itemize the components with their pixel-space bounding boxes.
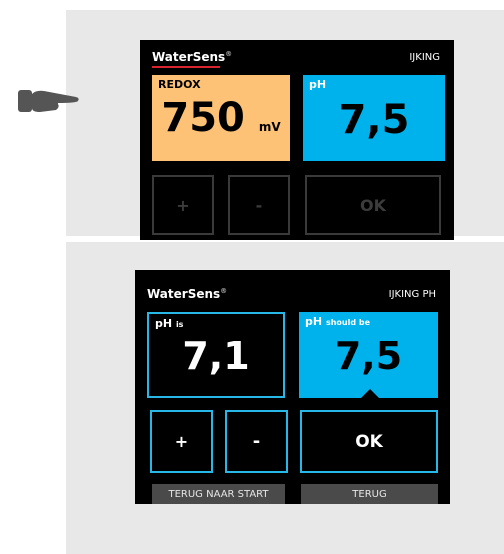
minus-button[interactable]: -	[225, 410, 288, 473]
ph-current-tile: pH is 7,1	[147, 312, 285, 398]
minus-button[interactable]: -	[228, 175, 290, 235]
ph-target-label: pH should be	[305, 315, 370, 328]
ph-current-value: 7,1	[182, 334, 250, 378]
brand-logo: WaterSens®	[147, 287, 228, 301]
redox-unit: mV	[258, 120, 281, 134]
brand-underline	[152, 66, 220, 68]
redox-label: REDOX	[158, 78, 201, 91]
ph-tile[interactable]: pH 7,5	[303, 75, 445, 161]
back-button[interactable]: TERUG	[301, 484, 438, 504]
ph-label: pH	[309, 78, 327, 91]
pointing-hand-icon	[18, 88, 80, 118]
brand-logo: WaterSens®	[152, 50, 233, 64]
redox-tile[interactable]: REDOX 750 mV	[152, 75, 290, 161]
redox-reading: 750 mV	[152, 95, 290, 141]
calibration-screen-ph: WaterSens® IJKING PH pH is 7,1 pH should…	[135, 270, 450, 504]
plus-button[interactable]: +	[152, 175, 214, 235]
ok-button[interactable]: OK	[305, 175, 441, 235]
screen-title: IJKING	[409, 52, 440, 63]
plus-button[interactable]: +	[150, 410, 213, 473]
ok-button[interactable]: OK	[300, 410, 438, 473]
ph-target-tile[interactable]: pH should be 7,5	[299, 312, 438, 398]
screen-title: IJKING PH	[388, 289, 436, 300]
ph-target-value: 7,5	[334, 334, 403, 378]
back-to-start-button[interactable]: TERUG NAAR START	[152, 484, 285, 504]
redox-value: 750	[161, 95, 245, 141]
selection-caret-icon	[361, 389, 379, 398]
calibration-screen-overview: WaterSens® IJKING REDOX 750 mV pH 7,5 + …	[140, 40, 454, 240]
ph-value: 7,5	[338, 97, 410, 143]
ph-current-label: pH is	[155, 317, 184, 330]
